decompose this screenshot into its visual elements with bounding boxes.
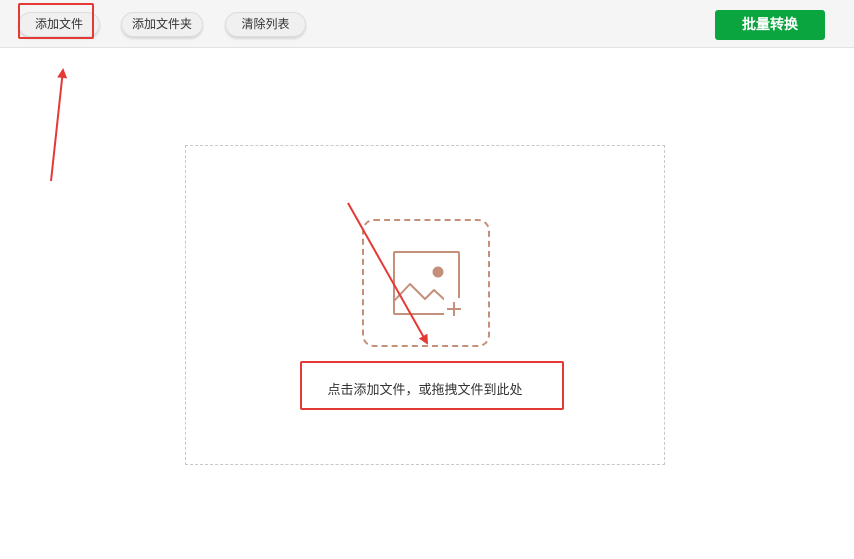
file-drop-zone[interactable]: 点击添加文件，或拖拽文件到此处: [185, 145, 665, 465]
add-file-button[interactable]: 添加文件: [18, 12, 100, 37]
batch-convert-button[interactable]: 批量转换: [715, 10, 825, 40]
annotation-arrow-up: [50, 68, 68, 182]
upload-icon-box[interactable]: [362, 219, 490, 347]
toolbar: 添加文件 添加文件夹 清除列表 批量转换: [0, 0, 854, 48]
clear-list-button[interactable]: 清除列表: [225, 12, 306, 37]
drop-hint-text: 点击添加文件，或拖拽文件到此处: [327, 383, 523, 398]
image-add-icon: [393, 251, 464, 318]
add-folder-button[interactable]: 添加文件夹: [121, 12, 203, 37]
